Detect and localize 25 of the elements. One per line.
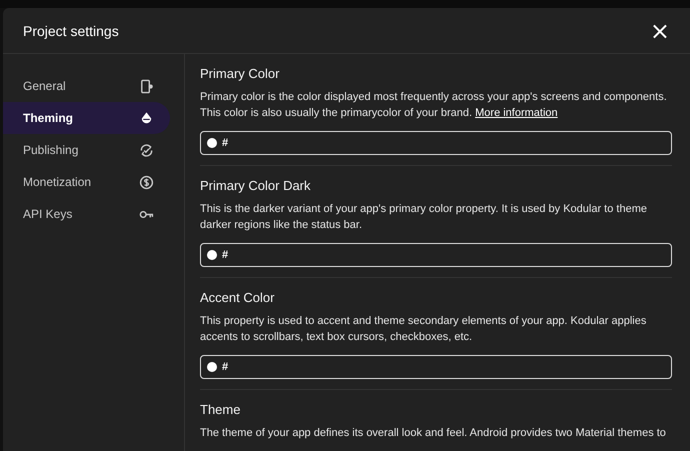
close-button[interactable]: × [646, 18, 674, 42]
more-information-link[interactable]: More information [475, 107, 558, 119]
color-input-field[interactable]: # [200, 355, 672, 379]
color-swatch-icon [207, 250, 217, 260]
section-title: Primary Color [200, 66, 280, 81]
sidebar-item[interactable]: API Keys [3, 198, 170, 230]
section-title: Accent Color [200, 290, 276, 305]
section-description: Primary color is the color displayed most frequently across your app's screens and components. This color is also usually the primarycolor of your brand. More information [200, 90, 668, 121]
color-input-field[interactable]: # [200, 243, 672, 267]
sync-check-icon [139, 142, 154, 158]
section-description: This is the darker variant of your app's primary color property. It is used by Kodular to theme darker regions like the status bar. [200, 202, 648, 233]
color-swatch-icon [207, 362, 217, 372]
section-title: Theme [200, 402, 242, 417]
dialog-title: Project settings [23, 22, 119, 38]
dollar-coin-icon [139, 174, 154, 190]
section-title: Primary Color Dark [200, 178, 312, 193]
sidebar-item[interactable]: General [3, 70, 170, 102]
color-input-field[interactable]: # [200, 131, 672, 155]
sidebar-item[interactable]: Publishing [3, 134, 170, 166]
drop-icon [139, 110, 154, 126]
section-description: The theme of your app defines its overall look and feel. Android provides two Material themes to [200, 426, 667, 441]
section-description: This property is used to accent and theme secondary elements of your app. Kodular applies accents to scrollbars, text box cursors, checkboxes, etc. [200, 314, 648, 345]
sidebar-item[interactable]: Theming [3, 102, 170, 134]
color-swatch-icon [207, 138, 217, 148]
sidebar-item[interactable]: Monetization [3, 166, 170, 198]
